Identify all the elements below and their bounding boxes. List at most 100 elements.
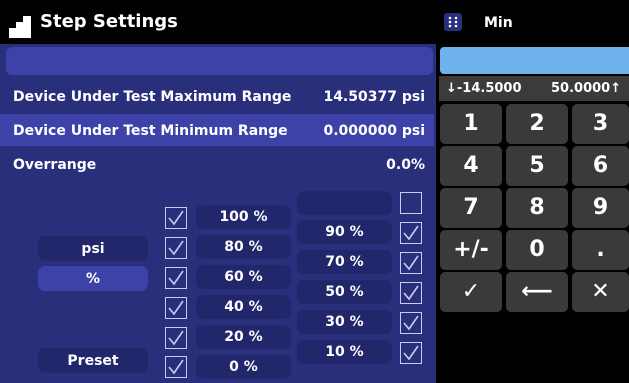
step-100-label: 100 % xyxy=(219,209,268,225)
key-1[interactable]: 1 xyxy=(440,104,502,144)
dut-max-range-label: Device Under Test Maximum Range xyxy=(13,89,292,105)
step-90-button[interactable]: 90 % xyxy=(297,220,392,244)
key-6-label: 6 xyxy=(592,153,609,178)
step-80-checkbox[interactable] xyxy=(165,237,187,259)
check-icon xyxy=(168,359,184,375)
step-60-button[interactable]: 60 % xyxy=(196,265,291,289)
step-blank-button[interactable] xyxy=(297,191,392,215)
key-9-label: 9 xyxy=(592,195,609,220)
key-4-label: 4 xyxy=(463,153,479,178)
dut-max-range-row[interactable]: Device Under Test Maximum Range 14.50377… xyxy=(0,80,434,112)
key-0[interactable]: 0 xyxy=(506,230,568,270)
blank-row xyxy=(6,47,433,75)
page-title: Step Settings xyxy=(40,11,178,32)
key-4[interactable]: 4 xyxy=(440,146,502,186)
check-icon xyxy=(168,330,184,346)
max-limit-value: 50.0000↑ xyxy=(551,81,622,96)
key-5[interactable]: 5 xyxy=(506,146,568,186)
step-40-checkbox[interactable] xyxy=(165,297,187,319)
step-50-checkbox[interactable] xyxy=(400,282,422,304)
key-3-label: 3 xyxy=(592,111,609,136)
check-icon xyxy=(403,225,419,241)
step-80-label: 80 % xyxy=(224,239,263,255)
step-30-button[interactable]: 30 % xyxy=(297,310,392,334)
key-9[interactable]: 9 xyxy=(572,188,629,228)
step-blank-checkbox[interactable] xyxy=(400,192,422,214)
unit-percent-button[interactable]: % xyxy=(38,266,148,291)
enter-button[interactable]: ✓ xyxy=(440,272,502,312)
check-icon xyxy=(168,240,184,256)
key-7[interactable]: 7 xyxy=(440,188,502,228)
key-0-label: 0 xyxy=(529,237,545,262)
step-30-label: 30 % xyxy=(325,314,364,330)
key-8-label: 8 xyxy=(529,195,545,220)
value-entry-field[interactable] xyxy=(440,47,629,74)
unit-percent-label: % xyxy=(85,271,101,287)
overrange-label: Overrange xyxy=(13,157,97,173)
key-decimal-label: . xyxy=(596,237,605,262)
step-20-button[interactable]: 20 % xyxy=(196,325,291,349)
check-icon xyxy=(403,315,419,331)
step-70-label: 70 % xyxy=(325,254,364,270)
check-icon xyxy=(168,300,184,316)
step-20-label: 20 % xyxy=(224,329,263,345)
step-10-checkbox[interactable] xyxy=(400,342,422,364)
key-decimal[interactable]: . xyxy=(572,230,629,270)
overrange-value: 0.0% xyxy=(386,157,425,173)
key-1-label: 1 xyxy=(463,111,479,136)
close-icon: ✕ xyxy=(591,279,610,304)
keypad-field-name: Min xyxy=(484,15,513,31)
step-0-label: 0 % xyxy=(229,359,258,375)
dut-min-range-value: 0.000000 psi xyxy=(323,123,425,139)
step-40-button[interactable]: 40 % xyxy=(196,295,291,319)
key-2-label: 2 xyxy=(529,111,545,136)
step-settings-icon xyxy=(9,16,31,38)
key-plus-minus[interactable]: +/- xyxy=(440,230,502,270)
step-20-checkbox[interactable] xyxy=(165,327,187,349)
key-8[interactable]: 8 xyxy=(506,188,568,228)
step-100-button[interactable]: 100 % xyxy=(196,205,291,229)
dut-max-range-value: 14.50377 psi xyxy=(323,89,425,105)
step-60-label: 60 % xyxy=(224,269,263,285)
unit-psi-button[interactable]: psi xyxy=(38,236,148,261)
step-40-label: 40 % xyxy=(224,299,263,315)
min-limit-value: ↓-14.5000 xyxy=(446,81,522,96)
step-90-checkbox[interactable] xyxy=(400,222,422,244)
keypad-icon xyxy=(444,13,462,31)
key-7-label: 7 xyxy=(463,195,479,220)
step-10-button[interactable]: 10 % xyxy=(297,340,392,364)
cancel-button[interactable]: ✕ xyxy=(572,272,629,312)
key-6[interactable]: 6 xyxy=(572,146,629,186)
step-60-checkbox[interactable] xyxy=(165,267,187,289)
check-icon xyxy=(403,255,419,271)
overrange-row[interactable]: Overrange 0.0% xyxy=(0,148,434,180)
step-90-label: 90 % xyxy=(325,224,364,240)
check-icon xyxy=(168,210,184,226)
step-80-button[interactable]: 80 % xyxy=(196,235,291,259)
step-50-button[interactable]: 50 % xyxy=(297,280,392,304)
step-10-label: 10 % xyxy=(325,344,364,360)
step-30-checkbox[interactable] xyxy=(400,312,422,334)
dut-min-range-row[interactable]: Device Under Test Minimum Range 0.000000… xyxy=(0,114,434,146)
dut-min-range-label: Device Under Test Minimum Range xyxy=(13,123,288,139)
check-icon xyxy=(403,285,419,301)
preset-label: Preset xyxy=(67,353,119,369)
step-70-button[interactable]: 70 % xyxy=(297,250,392,274)
step-70-checkbox[interactable] xyxy=(400,252,422,274)
check-icon xyxy=(168,270,184,286)
unit-psi-label: psi xyxy=(81,241,105,257)
backspace-button[interactable]: ⟵ xyxy=(506,272,568,312)
key-2[interactable]: 2 xyxy=(506,104,568,144)
step-100-checkbox[interactable] xyxy=(165,207,187,229)
step-0-button[interactable]: 0 % xyxy=(196,355,291,379)
check-icon xyxy=(403,345,419,361)
step-0-checkbox[interactable] xyxy=(165,356,187,378)
keypad-header xyxy=(438,0,629,44)
key-3[interactable]: 3 xyxy=(572,104,629,144)
checkmark-icon: ✓ xyxy=(461,279,481,304)
backspace-arrow-icon: ⟵ xyxy=(521,279,553,304)
key-5-label: 5 xyxy=(529,153,545,178)
key-plus-minus-label: +/- xyxy=(453,237,489,262)
preset-button[interactable]: Preset xyxy=(38,348,148,373)
step-50-label: 50 % xyxy=(325,284,364,300)
